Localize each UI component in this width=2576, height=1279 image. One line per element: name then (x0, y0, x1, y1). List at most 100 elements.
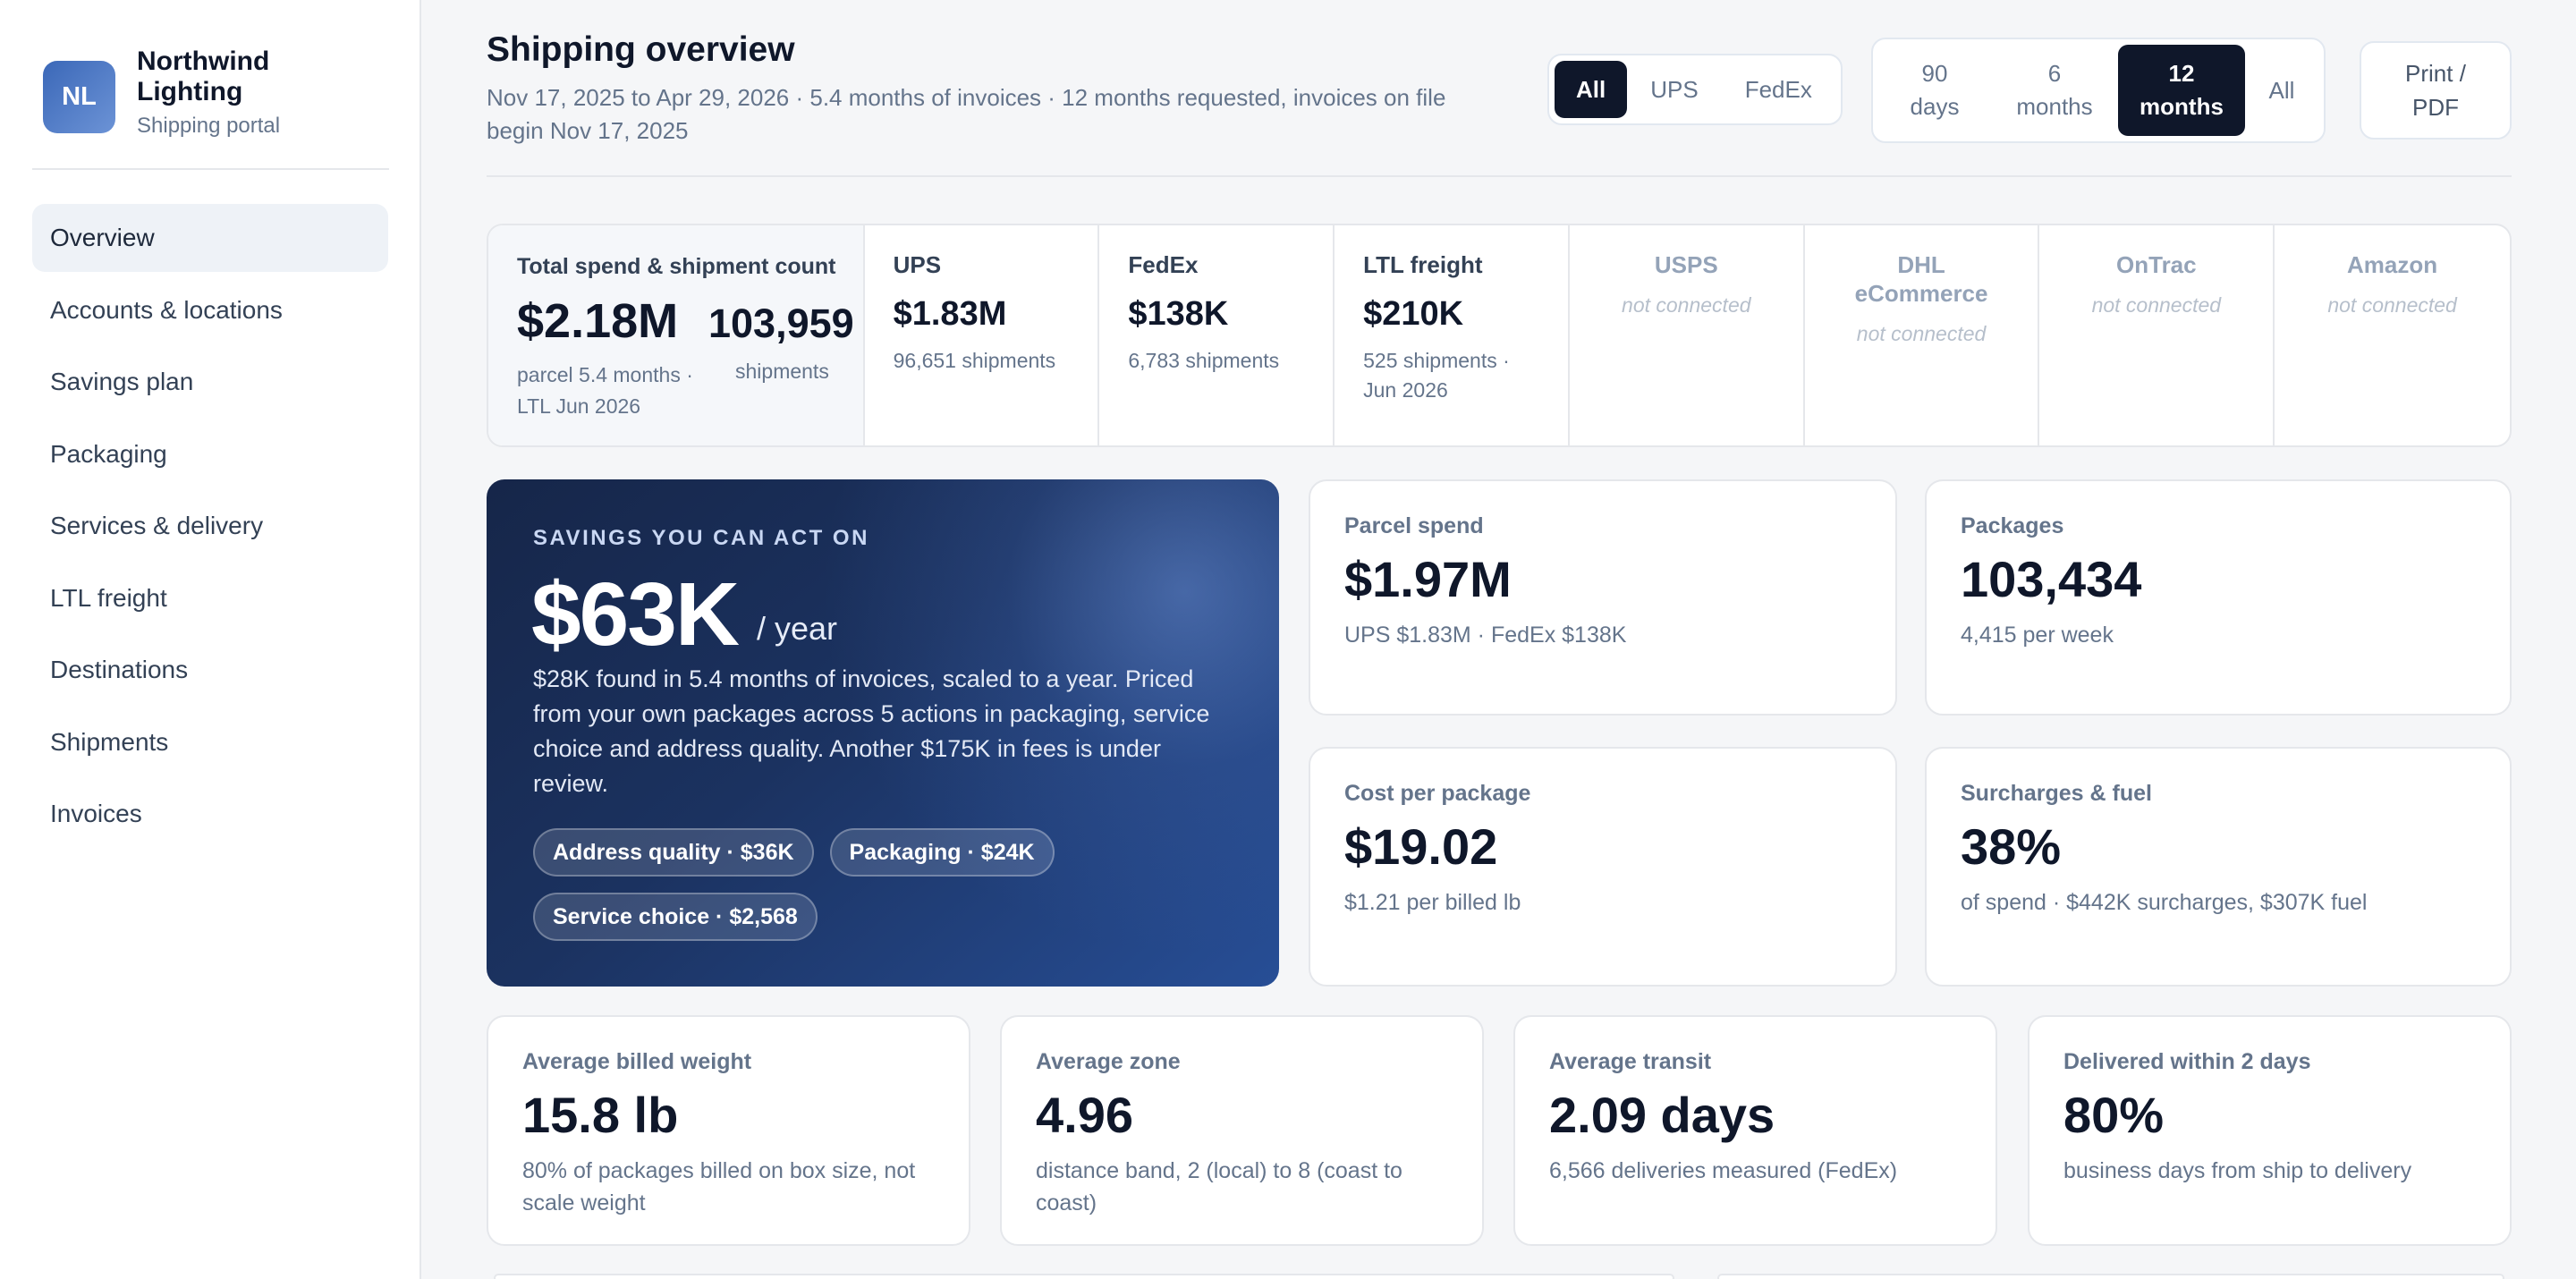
metric-card-packages[interactable]: Packages 103,434 4,415 per week (1925, 479, 2512, 716)
metric-sub: UPS $1.83M · FedEx $138K (1344, 623, 1627, 648)
carrier-detail: 96,651 shipments (893, 349, 1056, 372)
carrier-filter-ups[interactable]: UPS (1627, 61, 1721, 118)
sidebar: NL Northwind Lighting Shipping portal Ov… (0, 0, 421, 1279)
metric-card-average-billed-weight[interactable]: Average billed weight 15.8 lb 80% of pac… (487, 1015, 970, 1246)
metric-sub: of spend · $442K surcharges, $307K fuel (1961, 890, 2368, 915)
sidebar-item-services-delivery[interactable]: Services & delivery (32, 492, 388, 560)
carrier-spend: $1.83M (893, 295, 1007, 333)
next-section-card (494, 1274, 1674, 1279)
brand[interactable]: NL Northwind Lighting Shipping portal (43, 47, 298, 139)
carrier-spend: $138K (1128, 295, 1229, 333)
metric-card-parcel-spend[interactable]: Parcel spend $1.97M UPS $1.83M · FedEx $… (1309, 479, 1897, 716)
metric-sub: business days from ship to delivery (2063, 1158, 2412, 1183)
metric-value: 15.8 lb (522, 1087, 679, 1143)
carrier-cell-ltl-freight[interactable]: LTL freight $210K 525 shipments · Jun 20… (1335, 225, 1570, 445)
total-spend-label: Total spend & shipment count (517, 254, 836, 279)
period-filter-90-days[interactable]: 90 days (1878, 45, 1991, 136)
period-filter-all[interactable]: All (2245, 45, 2318, 136)
carrier-cell-ups[interactable]: UPS $1.83M 96,651 shipments (865, 225, 1100, 445)
total-count-note: shipments (735, 360, 829, 383)
metric-value: 38% (1961, 818, 2062, 875)
savings-chip-service-choice[interactable]: Service choice · $2,568 (533, 893, 818, 941)
carrier-status: not connected (2091, 293, 2222, 317)
metric-card-average-zone[interactable]: Average zone 4.96 distance band, 2 (loca… (1000, 1015, 1484, 1246)
brand-subtitle: Shipping portal (137, 114, 281, 138)
metric-label: Cost per package (1344, 781, 1531, 806)
period-filter-12-months[interactable]: 12 months (2118, 45, 2245, 136)
metric-value: 80% (2063, 1087, 2165, 1143)
carrier-cell-ontrac[interactable]: OnTrac not connected (2039, 225, 2275, 445)
next-section-card (1717, 1274, 2504, 1279)
sidebar-item-overview[interactable]: Overview (32, 204, 388, 272)
carrier-detail: 6,783 shipments (1128, 349, 1280, 372)
carrier-name: DHL eCommerce (1854, 251, 1988, 307)
savings-chip-packaging[interactable]: Packaging · $24K (829, 828, 1055, 877)
metric-label: Surcharges & fuel (1961, 781, 2152, 806)
savings-period: / year (757, 610, 838, 647)
metric-sub: 6,566 deliveries measured (FedEx) (1549, 1158, 1898, 1183)
savings-eyebrow: SAVINGS YOU CAN ACT ON (533, 526, 869, 550)
carrier-detail: 525 shipments · Jun 2026 (1363, 349, 1510, 402)
sidebar-item-shipments[interactable]: Shipments (32, 708, 388, 776)
header-divider (487, 175, 2512, 177)
period-filter-6-months[interactable]: 6 months (1991, 45, 2118, 136)
total-spend-note: parcel 5.4 months · LTL Jun 2026 (517, 363, 693, 418)
total-spend-cell: Total spend & shipment count $2.18M 103,… (488, 225, 865, 445)
metric-card-average-transit[interactable]: Average transit 2.09 days 6,566 deliveri… (1513, 1015, 1997, 1246)
metric-value: $1.97M (1344, 551, 1512, 607)
metric-label: Parcel spend (1344, 513, 1484, 538)
period-filter-90-days-label: 90 days (1910, 60, 1960, 120)
savings-chip-address-quality[interactable]: Address quality · $36K (533, 828, 814, 877)
page-subtitle: Nov 17, 2025 to Apr 29, 2026 · 5.4 month… (487, 84, 1446, 144)
metric-label: Average transit (1549, 1049, 1712, 1074)
brand-logo: NL (43, 61, 115, 133)
period-filter-6-months-label: 6 months (2016, 60, 2093, 120)
carrier-status: not connected (2327, 293, 2457, 317)
metric-sub: distance band, 2 (local) to 8 (coast to … (1036, 1158, 1402, 1215)
sidebar-item-savings-plan[interactable]: Savings plan (32, 348, 388, 416)
carrier-name: OnTrac (2116, 251, 2197, 278)
total-shipment-count: 103,959 (708, 301, 854, 346)
period-filter: 90 days 6 months 12 months All (1871, 38, 2326, 143)
carrier-status: not connected (1856, 322, 1987, 345)
carrier-filter-all[interactable]: All (1555, 61, 1628, 118)
carrier-name: LTL freight (1363, 251, 1483, 278)
carrier-name: UPS (893, 251, 942, 278)
carrier-status: not connected (1622, 293, 1751, 317)
sidebar-item-invoices[interactable]: Invoices (32, 780, 388, 848)
total-spend-value: $2.18M (517, 294, 679, 348)
carrier-filter-fedex[interactable]: FedEx (1722, 61, 1835, 118)
print-pdf-label: Print / PDF (2405, 60, 2466, 121)
carrier-cell-fedex[interactable]: FedEx $138K 6,783 shipments (1099, 225, 1335, 445)
metric-card-surcharges-fuel[interactable]: Surcharges & fuel 38% of spend · $442K s… (1925, 747, 2512, 987)
metric-value: 4.96 (1036, 1087, 1133, 1143)
sidebar-item-destinations[interactable]: Destinations (32, 636, 388, 704)
carrier-name: FedEx (1128, 251, 1199, 278)
sidebar-nav: Overview Accounts & locations Savings pl… (32, 204, 388, 852)
carrier-cell-dhl-ecommerce[interactable]: DHL eCommerce not connected (1805, 225, 2040, 445)
sidebar-divider (32, 168, 389, 170)
sidebar-item-packaging[interactable]: Packaging (32, 420, 388, 488)
carrier-strip: Total spend & shipment count $2.18M 103,… (487, 224, 2512, 447)
carrier-cell-usps[interactable]: USPS not connected (1570, 225, 1805, 445)
metric-card-delivered-within-2-days[interactable]: Delivered within 2 days 80% business day… (2028, 1015, 2512, 1246)
sidebar-item-accounts-locations[interactable]: Accounts & locations (32, 276, 388, 344)
savings-description: $28K found in 5.4 months of invoices, sc… (533, 665, 1210, 797)
metric-label: Average zone (1036, 1049, 1181, 1074)
sidebar-item-ltl-freight[interactable]: LTL freight (32, 564, 388, 632)
savings-chips: Address quality · $36K Packaging · $24K … (533, 828, 1249, 941)
metric-sub: $1.21 per billed lb (1344, 890, 1521, 915)
savings-card[interactable]: SAVINGS YOU CAN ACT ON $63K / year $28K … (487, 479, 1279, 987)
metric-label: Average billed weight (522, 1049, 752, 1074)
metric-value: 2.09 days (1549, 1087, 1775, 1143)
page-title: Shipping overview (487, 30, 795, 69)
metric-sub: 80% of packages billed on box size, not … (522, 1158, 916, 1215)
period-filter-12-months-label: 12 months (2140, 60, 2224, 120)
carrier-name: USPS (1654, 251, 1718, 278)
metric-card-cost-per-package[interactable]: Cost per package $19.02 $1.21 per billed… (1309, 747, 1897, 987)
carrier-cell-amazon[interactable]: Amazon not connected (2275, 225, 2510, 445)
print-pdf-button[interactable]: Print / PDF (2360, 41, 2512, 140)
metric-value: 103,434 (1961, 551, 2142, 607)
metric-label: Delivered within 2 days (2063, 1049, 2311, 1074)
metric-value: $19.02 (1344, 818, 1498, 875)
